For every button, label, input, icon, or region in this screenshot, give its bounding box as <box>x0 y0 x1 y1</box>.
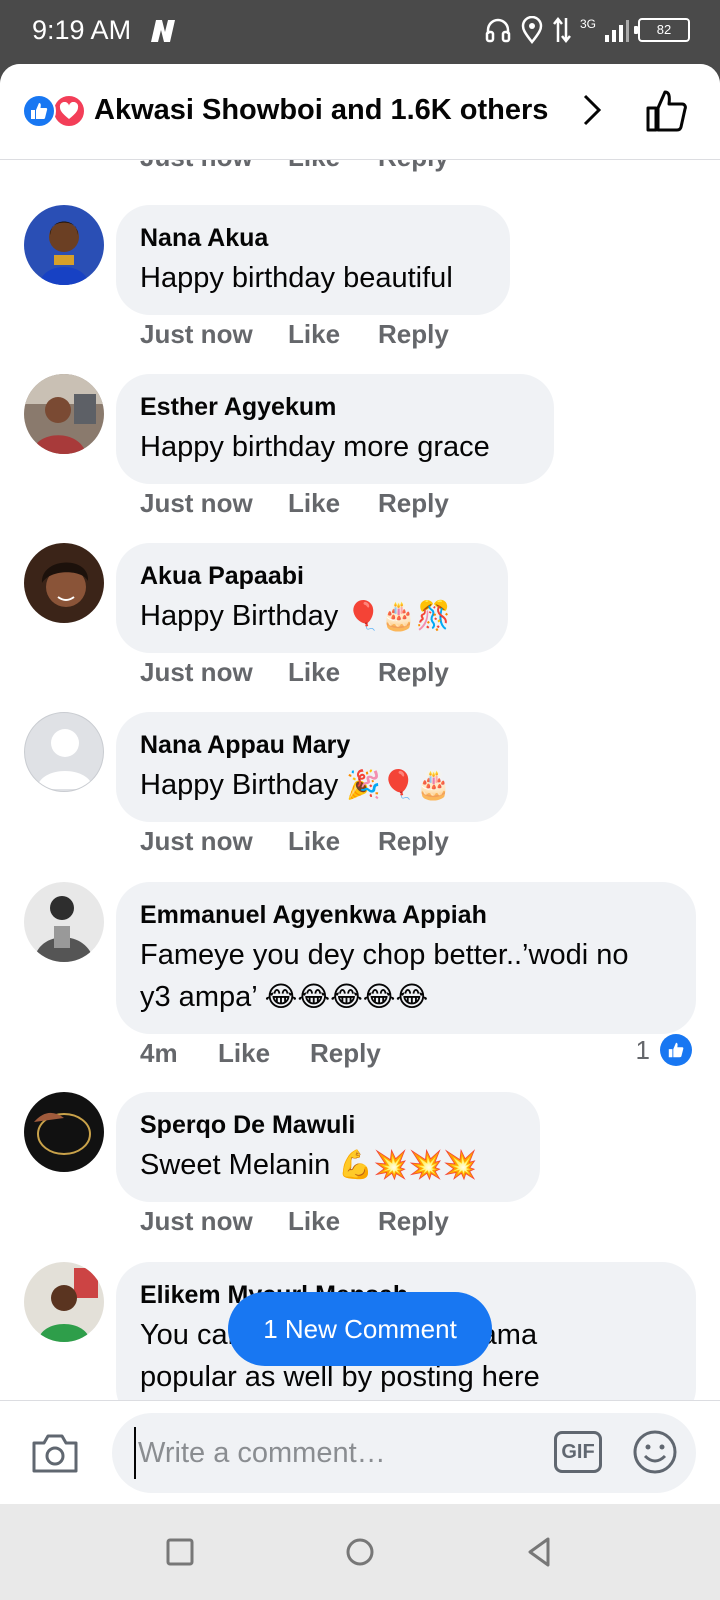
comment-text: Fameye you dey chop better..’wodi no y3 a… <box>140 934 672 1018</box>
status-time: 9:19 AM <box>32 15 132 45</box>
location-icon <box>521 16 543 44</box>
reactions-summary[interactable]: Akwasi Showboi and 1.6K others <box>94 94 548 127</box>
comment-time: Just now <box>140 488 253 518</box>
comment-list[interactable]: Just now Like Reply Nana Akua Happy birt… <box>0 160 720 1400</box>
comment-meta: 4m Like Reply <box>140 1038 381 1069</box>
comment-author[interactable]: Nana Akua <box>140 223 486 253</box>
comment-bubble[interactable]: Akua Papaabi Happy Birthday 🎈🎂🎊 <box>116 543 508 653</box>
camera-icon[interactable] <box>30 1431 80 1475</box>
comment-emoji: 🎉🎈🎂 <box>346 768 451 801</box>
avatar[interactable] <box>24 712 104 792</box>
like-comment-button[interactable]: Like <box>288 488 378 519</box>
comment-body: Happy birthday beautiful <box>140 262 453 294</box>
comments-sheet: Akwasi Showboi and 1.6K others Just now … <box>0 64 720 1504</box>
comment-emoji: 💪💥💥💥 <box>338 1148 478 1181</box>
reply-comment-button[interactable]: Reply <box>378 488 449 519</box>
avatar[interactable] <box>24 882 104 962</box>
data-arrows-icon <box>553 16 571 44</box>
comment-meta: Just now Like Reply <box>140 826 449 857</box>
comment-body-line2: y3 ampa’ <box>140 981 265 1013</box>
comment-input[interactable] <box>134 1427 514 1479</box>
comment-body: Happy Birthday <box>140 600 347 632</box>
comment-bubble[interactable]: Nana Appau Mary Happy Birthday 🎉🎈🎂 <box>116 712 508 822</box>
comment-composer: GIF <box>0 1400 720 1504</box>
comment-meta: Just now Like Reply <box>140 657 449 688</box>
recents-icon[interactable] <box>162 1534 198 1570</box>
comment-author[interactable]: Sperqo De Mawuli <box>140 1110 516 1140</box>
like-comment-button[interactable]: Like <box>288 319 378 350</box>
like-comment-button[interactable]: Like <box>218 1038 310 1069</box>
comment-emoji: 😂😂😂😂😂 <box>264 980 429 1013</box>
reply-comment-button[interactable]: Reply <box>378 160 449 173</box>
signal-icon <box>605 20 629 42</box>
comment-time: Just now <box>140 319 253 349</box>
comment-emoji: 🎈🎂🎊 <box>346 599 451 632</box>
comment-author[interactable]: Esther Agyekum <box>140 392 530 422</box>
comment-body: Happy Birthday <box>140 769 347 801</box>
network-type: 3G <box>579 17 596 31</box>
love-reaction-icon <box>52 94 86 128</box>
avatar[interactable] <box>24 543 104 623</box>
comment-bubble[interactable]: Sperqo De Mawuli Sweet Melanin 💪💥💥💥 <box>116 1092 540 1202</box>
system-nav-bar <box>0 1504 720 1600</box>
comment-meta: Just now Like Reply <box>140 319 449 350</box>
headphones-icon <box>485 18 511 43</box>
gif-button[interactable]: GIF <box>554 1431 602 1473</box>
comment-bubble[interactable]: Esther Agyekum Happy birthday more grace <box>116 374 554 484</box>
comment-meta-partial: Just now Like Reply <box>140 160 449 173</box>
app-notification-icon <box>151 20 175 42</box>
comment-bubble[interactable]: Nana Akua Happy birthday beautiful <box>116 205 510 315</box>
like-reaction-icon <box>660 1034 692 1066</box>
comment-reaction-count[interactable]: 1 <box>636 1034 692 1066</box>
comment-meta: Just now Like Reply <box>140 488 449 519</box>
like-comment-button[interactable]: Like <box>288 826 378 857</box>
reply-comment-button[interactable]: Reply <box>378 1206 449 1237</box>
reaction-icons <box>22 94 88 128</box>
comment-time: Just now <box>140 657 253 687</box>
comment-author[interactable]: Akua Papaabi <box>140 561 484 591</box>
comment-meta: Just now Like Reply <box>140 1206 449 1237</box>
comment-input-container[interactable]: GIF <box>112 1413 696 1493</box>
chevron-right-icon[interactable] <box>580 92 604 128</box>
comment-time: Just now <box>140 160 288 173</box>
comment-text: Happy birthday more grace <box>140 426 530 468</box>
comment-author[interactable]: Nana Appau Mary <box>140 730 484 760</box>
home-icon[interactable] <box>342 1534 378 1570</box>
comment-body: Fameye you dey chop better..’wodi no <box>140 939 629 971</box>
comment-bubble[interactable]: Emmanuel Agyenkwa Appiah Fameye you dey … <box>116 882 696 1034</box>
status-bar: 9:19 AM 3G 82 <box>0 0 720 64</box>
reply-comment-button[interactable]: Reply <box>378 657 449 688</box>
avatar[interactable] <box>24 1092 104 1172</box>
comment-time: Just now <box>140 826 253 856</box>
like-post-button[interactable] <box>644 88 690 134</box>
comment-text: Happy Birthday 🎈🎂🎊 <box>140 595 484 637</box>
reaction-count: 1 <box>635 1034 650 1065</box>
avatar[interactable] <box>24 205 104 285</box>
comment-text: Happy Birthday 🎉🎈🎂 <box>140 764 484 806</box>
emoji-icon[interactable] <box>632 1429 678 1475</box>
comment-time: Just now <box>140 1206 253 1236</box>
avatar[interactable] <box>24 374 104 454</box>
back-icon[interactable] <box>522 1534 558 1570</box>
reactions-header[interactable]: Akwasi Showboi and 1.6K others <box>0 64 720 160</box>
comment-time: 4m <box>140 1038 178 1068</box>
battery-indicator: 82 <box>634 18 690 42</box>
avatar[interactable] <box>24 1262 104 1342</box>
reply-comment-button[interactable]: Reply <box>378 319 449 350</box>
comment-text: Sweet Melanin 💪💥💥💥 <box>140 1144 516 1186</box>
comment-body: Happy birthday more grace <box>140 431 490 463</box>
like-comment-button[interactable]: Like <box>288 1206 378 1237</box>
comment-text: Happy birthday beautiful <box>140 257 486 299</box>
like-comment-button[interactable]: Like <box>288 657 378 688</box>
comment-author[interactable]: Emmanuel Agyenkwa Appiah <box>140 900 672 930</box>
status-icons: 3G 82 <box>484 16 690 44</box>
comment-body: Sweet Melanin <box>140 1149 339 1181</box>
new-comment-button[interactable]: 1 New Comment <box>228 1292 492 1366</box>
reply-comment-button[interactable]: Reply <box>310 1038 381 1069</box>
like-reaction-icon <box>22 94 56 128</box>
reply-comment-button[interactable]: Reply <box>378 826 449 857</box>
like-comment-button[interactable]: Like <box>288 160 378 173</box>
